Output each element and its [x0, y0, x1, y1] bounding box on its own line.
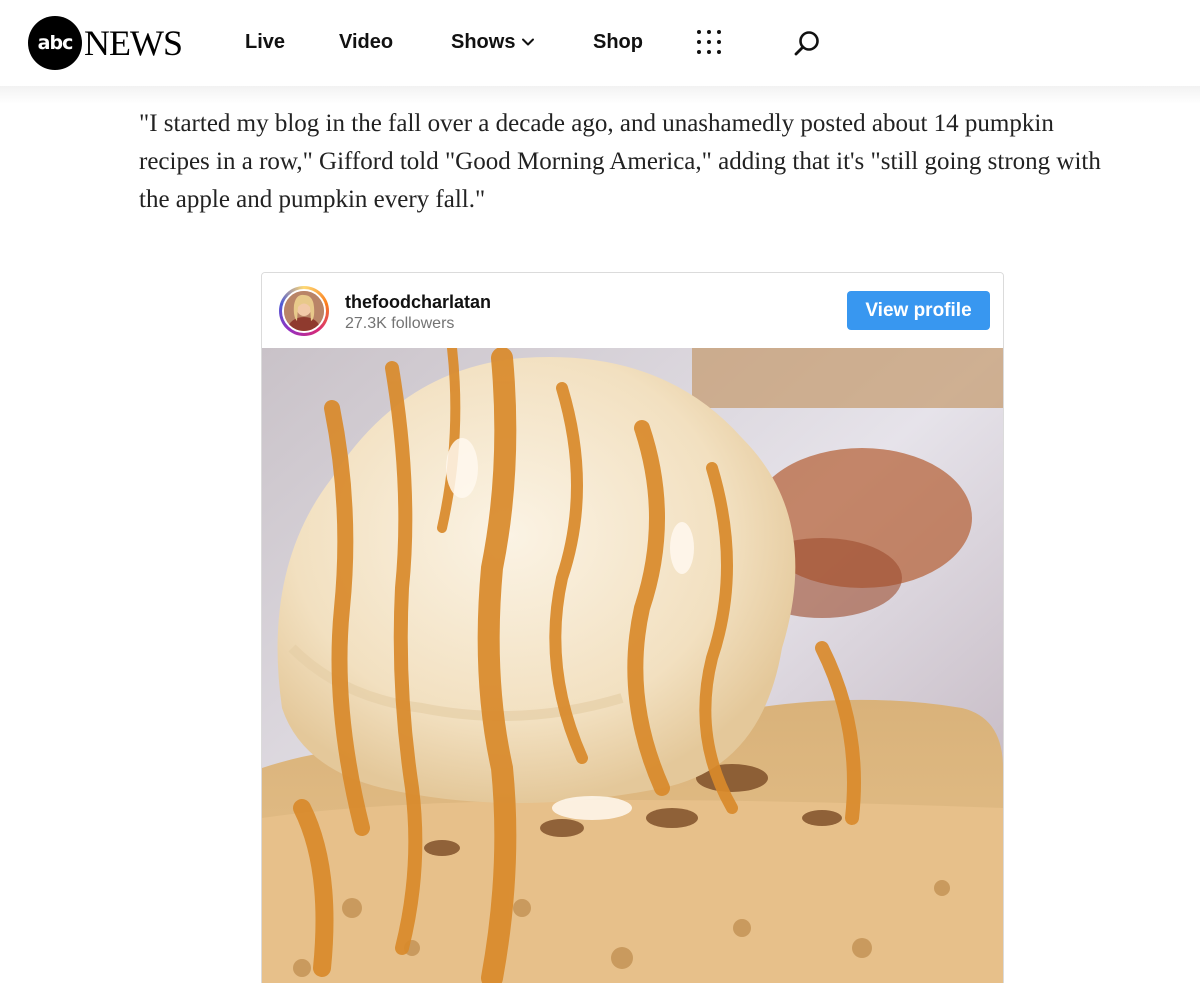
avatar[interactable] — [279, 286, 329, 336]
abc-news-logo[interactable]: abc NEWS — [28, 15, 183, 71]
nav-shop[interactable]: Shop — [593, 30, 643, 54]
nav-video[interactable]: Video — [339, 30, 393, 54]
view-profile-button[interactable]: View profile — [847, 291, 990, 330]
embed-followers: 27.3K followers — [345, 315, 455, 332]
abc-logo-circle: abc — [28, 16, 82, 70]
embed-username[interactable]: thefoodcharlatan — [345, 292, 491, 313]
nav-shows[interactable]: Shows — [451, 30, 535, 54]
dessert-photo-image — [262, 348, 1003, 983]
article-paragraph: "I started my blog in the fall over a de… — [139, 110, 1101, 213]
chevron-down-icon — [522, 38, 535, 46]
nav-live[interactable]: Live — [245, 30, 285, 54]
embed-header: thefoodcharlatan 27.3K followers View pr… — [262, 273, 1003, 348]
header-shadow — [0, 86, 1200, 104]
news-wordmark: NEWS — [84, 23, 183, 63]
nav-shows-label: Shows — [451, 31, 516, 53]
post-photo[interactable] — [262, 348, 1003, 983]
site-header: abc NEWS Live Video Shows Shop — [0, 0, 1200, 86]
search-icon[interactable] — [792, 29, 822, 59]
avatar-photo — [282, 289, 326, 333]
instagram-embed: thefoodcharlatan 27.3K followers View pr… — [261, 272, 1004, 983]
grid-dots-icon[interactable] — [697, 30, 723, 56]
